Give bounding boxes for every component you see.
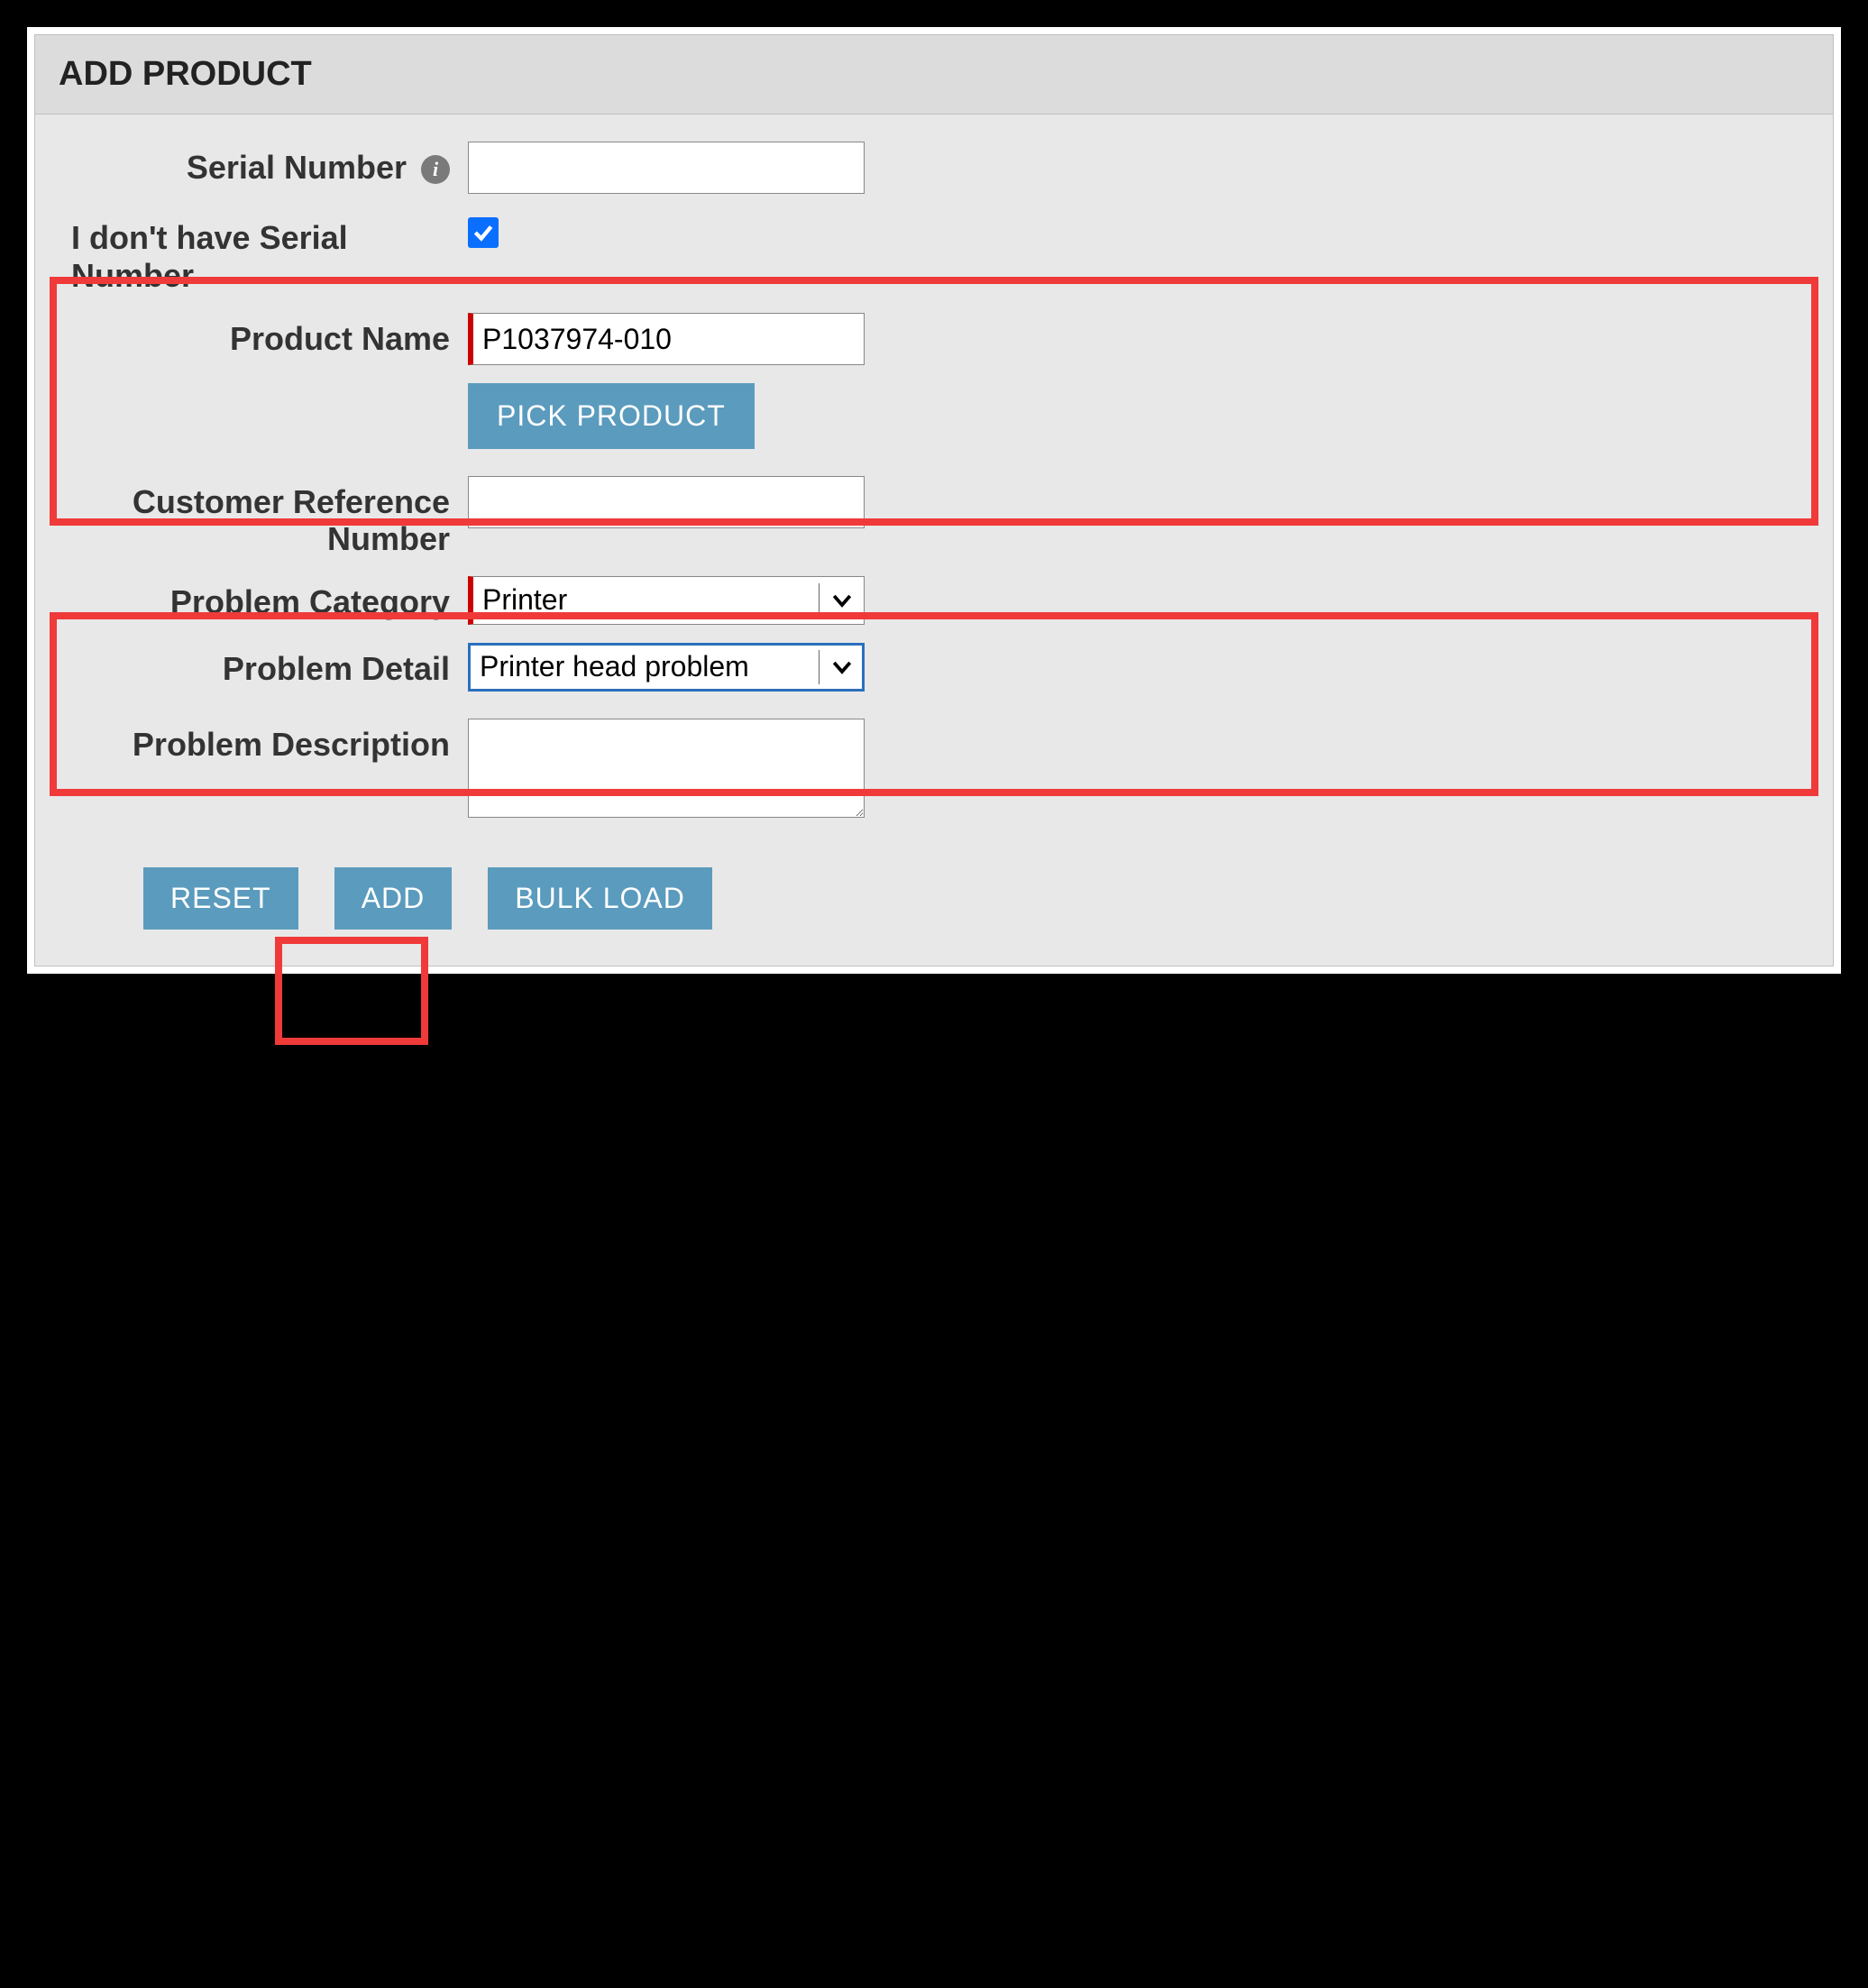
- field-serial-number: [468, 142, 1815, 194]
- serial-number-input[interactable]: [468, 142, 865, 194]
- field-no-serial: [468, 212, 1815, 249]
- field-product-name: PICK PRODUCT: [468, 313, 1815, 449]
- label-problem-description: Problem Description: [53, 719, 468, 764]
- button-row: RESET ADD BULK LOAD: [53, 867, 1815, 930]
- label-product-name: Product Name: [53, 313, 468, 358]
- problem-description-textarea[interactable]: [468, 719, 865, 818]
- field-problem-category: [468, 576, 1815, 625]
- row-problem-category: Problem Category: [53, 576, 1815, 625]
- row-problem-description: Problem Description: [53, 719, 1815, 822]
- label-serial-number: Serial Number i: [53, 142, 468, 187]
- select-divider: [819, 650, 820, 684]
- row-product-name: Product Name PICK PRODUCT: [53, 313, 1815, 449]
- pick-product-button[interactable]: PICK PRODUCT: [468, 383, 755, 449]
- label-problem-category: Problem Category: [53, 576, 468, 621]
- row-serial-number: Serial Number i: [53, 142, 1815, 194]
- product-name-input[interactable]: [468, 313, 865, 365]
- row-no-serial: I don't have Serial Number: [53, 212, 1815, 295]
- problem-category-select[interactable]: [468, 576, 865, 625]
- highlight-box-3: [275, 937, 428, 1045]
- problem-category-value[interactable]: [468, 576, 865, 625]
- reset-button[interactable]: RESET: [143, 867, 298, 930]
- outer-frame: ADD PRODUCT Serial Number i I don't have…: [27, 27, 1841, 974]
- checkmark-icon: [472, 221, 495, 244]
- problem-detail-value[interactable]: [468, 643, 865, 692]
- field-problem-description: [468, 719, 1815, 822]
- field-problem-detail: [468, 643, 1815, 692]
- select-divider: [819, 583, 820, 618]
- customer-ref-input[interactable]: [468, 476, 865, 528]
- info-icon[interactable]: i: [421, 155, 450, 184]
- no-serial-checkbox[interactable]: [468, 217, 499, 248]
- row-customer-ref: Customer Reference Number: [53, 476, 1815, 558]
- row-problem-detail: Problem Detail: [53, 643, 1815, 692]
- problem-detail-select[interactable]: [468, 643, 865, 692]
- label-problem-detail: Problem Detail: [53, 643, 468, 688]
- label-no-serial: I don't have Serial Number: [53, 212, 468, 295]
- add-button[interactable]: ADD: [334, 867, 453, 930]
- add-product-panel: ADD PRODUCT Serial Number i I don't have…: [34, 34, 1834, 967]
- label-customer-ref: Customer Reference Number: [53, 476, 468, 558]
- panel-body: Serial Number i I don't have Serial Numb…: [35, 115, 1833, 966]
- panel-title: ADD PRODUCT: [35, 35, 1833, 115]
- bulk-load-button[interactable]: BULK LOAD: [488, 867, 712, 930]
- serial-number-label-text: Serial Number: [187, 149, 407, 186]
- field-customer-ref: [468, 476, 1815, 528]
